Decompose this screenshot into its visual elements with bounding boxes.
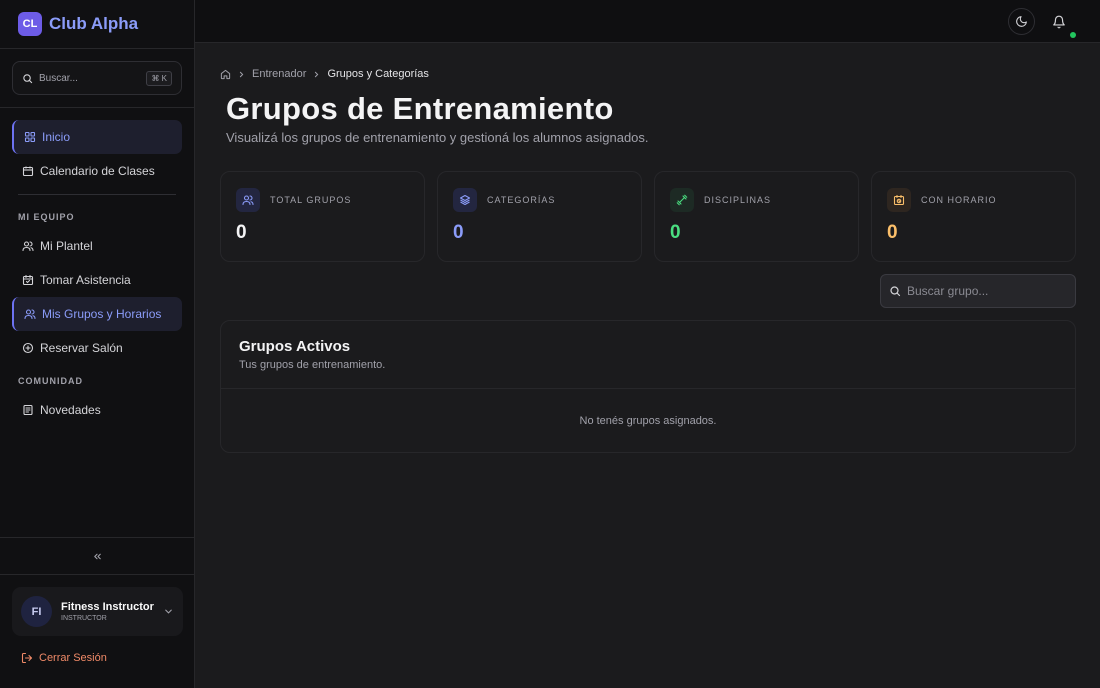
- group-search-input[interactable]: Buscar grupo...: [880, 274, 1076, 308]
- active-groups-panel: Grupos Activos Tus grupos de entrenamien…: [220, 320, 1076, 453]
- chevron-right-icon: [237, 70, 246, 79]
- stat-card-total-grupos: TOTAL GRUPOS 0: [220, 171, 425, 262]
- stat-label: TOTAL GRUPOS: [270, 195, 352, 205]
- sidebar-item-label: Reservar Salón: [40, 341, 123, 355]
- user-role: INSTRUCTOR: [61, 615, 107, 622]
- sidebar-nav: Inicio Calendario de Clases MI EQUIPO Mi…: [0, 108, 194, 427]
- sidebar-item-label: Mi Plantel: [40, 239, 93, 253]
- breadcrumb-parent[interactable]: Entrenador: [252, 68, 306, 80]
- stat-card-disciplinas: DISCIPLINAS 0: [654, 171, 859, 262]
- main-content: Entrenador Grupos y Categorías Grupos de…: [195, 43, 1100, 688]
- user-menu[interactable]: FI Fitness Instructor INSTRUCTOR: [12, 587, 183, 636]
- sidebar: CL Club Alpha Buscar... ⌘ K Inicio Calen…: [0, 0, 195, 688]
- stat-label: CATEGORÍAS: [487, 195, 556, 205]
- sidebar-item-novedades[interactable]: Novedades: [12, 393, 182, 427]
- logout-icon: [21, 652, 33, 664]
- sidebar-item-inicio[interactable]: Inicio: [12, 120, 182, 154]
- breadcrumb: Entrenador Grupos y Categorías: [220, 68, 429, 80]
- calendar-check-icon: [22, 274, 34, 286]
- sidebar-item-tomar-asistencia[interactable]: Tomar Asistencia: [12, 263, 182, 297]
- topbar: [195, 0, 1100, 43]
- search-shortcut: ⌘ K: [146, 70, 172, 86]
- collapse-sidebar-button[interactable]: [0, 537, 194, 575]
- dumbbell-icon: [670, 188, 694, 212]
- stat-label: DISCIPLINAS: [704, 195, 772, 205]
- layers-icon: [453, 188, 477, 212]
- sidebar-item-reservar-salon[interactable]: Reservar Salón: [12, 331, 182, 365]
- stat-value: 0: [887, 222, 898, 243]
- breadcrumb-current: Grupos y Categorías: [327, 68, 429, 80]
- group-search-placeholder: Buscar grupo...: [907, 284, 989, 298]
- brand-name: Club Alpha: [49, 14, 139, 33]
- sidebar-item-label: Inicio: [42, 130, 71, 144]
- panel-subtitle: Tus grupos de entrenamiento.: [239, 359, 386, 371]
- section-label-mi-equipo: MI EQUIPO: [18, 212, 75, 222]
- plus-circle-icon: [22, 342, 34, 354]
- sidebar-item-mis-grupos[interactable]: Mis Grupos y Horarios: [12, 297, 182, 331]
- search-icon: [889, 285, 901, 297]
- sidebar-search-area: Buscar... ⌘ K: [0, 49, 194, 108]
- stat-label: CON HORARIO: [921, 195, 997, 205]
- sidebar-item-label: Novedades: [40, 403, 101, 417]
- home-icon[interactable]: [220, 69, 231, 80]
- theme-toggle-button[interactable]: [1008, 8, 1035, 35]
- avatar: FI: [21, 596, 52, 627]
- calendar-clock-icon: [887, 188, 911, 212]
- stat-value: 0: [453, 222, 464, 243]
- moon-icon: [1015, 15, 1028, 28]
- calendar-icon: [22, 165, 34, 177]
- section-label-comunidad: COMUNIDAD: [18, 376, 83, 386]
- stat-card-categorias: CATEGORÍAS 0: [437, 171, 642, 262]
- panel-header: Grupos Activos Tus grupos de entrenamien…: [221, 321, 1075, 389]
- stat-card-con-horario: CON HORARIO 0: [871, 171, 1076, 262]
- stat-value: 0: [670, 222, 681, 243]
- newspaper-icon: [22, 404, 34, 416]
- empty-state-message: No tenés grupos asignados.: [579, 415, 717, 427]
- users-icon: [236, 188, 260, 212]
- sidebar-item-label: Tomar Asistencia: [40, 273, 131, 287]
- panel-title: Grupos Activos: [239, 338, 351, 355]
- sidebar-divider: [18, 194, 176, 195]
- chevron-right-icon: [312, 70, 321, 79]
- bell-icon: [1052, 15, 1066, 29]
- stat-value: 0: [236, 222, 247, 243]
- users-icon: [22, 240, 34, 252]
- brand-logo: CL: [18, 12, 42, 36]
- user-info: Fitness Instructor INSTRUCTOR: [61, 601, 163, 622]
- chevrons-left-icon: [92, 551, 103, 562]
- sidebar-item-label: Mis Grupos y Horarios: [42, 307, 162, 321]
- sidebar-search-input[interactable]: Buscar... ⌘ K: [12, 61, 182, 95]
- notification-status-dot: [1070, 32, 1076, 38]
- notifications-button[interactable]: [1045, 8, 1072, 35]
- logout-label: Cerrar Sesión: [39, 652, 107, 664]
- search-placeholder: Buscar...: [39, 72, 78, 84]
- page-title: Grupos de Entrenamiento: [226, 91, 614, 126]
- users-icon: [24, 308, 36, 320]
- chevron-down-icon: [163, 606, 174, 617]
- user-name: Fitness Instructor: [61, 601, 154, 613]
- page-subtitle: Visualizá los grupos de entrenamiento y …: [226, 130, 649, 145]
- sidebar-item-label: Calendario de Clases: [40, 164, 155, 178]
- search-icon: [22, 73, 33, 84]
- logout-button[interactable]: Cerrar Sesión: [21, 652, 107, 664]
- brand[interactable]: CL Club Alpha: [0, 0, 194, 49]
- sidebar-item-calendario[interactable]: Calendario de Clases: [12, 154, 182, 188]
- grid-icon: [24, 131, 36, 143]
- sidebar-item-mi-plantel[interactable]: Mi Plantel: [12, 229, 182, 263]
